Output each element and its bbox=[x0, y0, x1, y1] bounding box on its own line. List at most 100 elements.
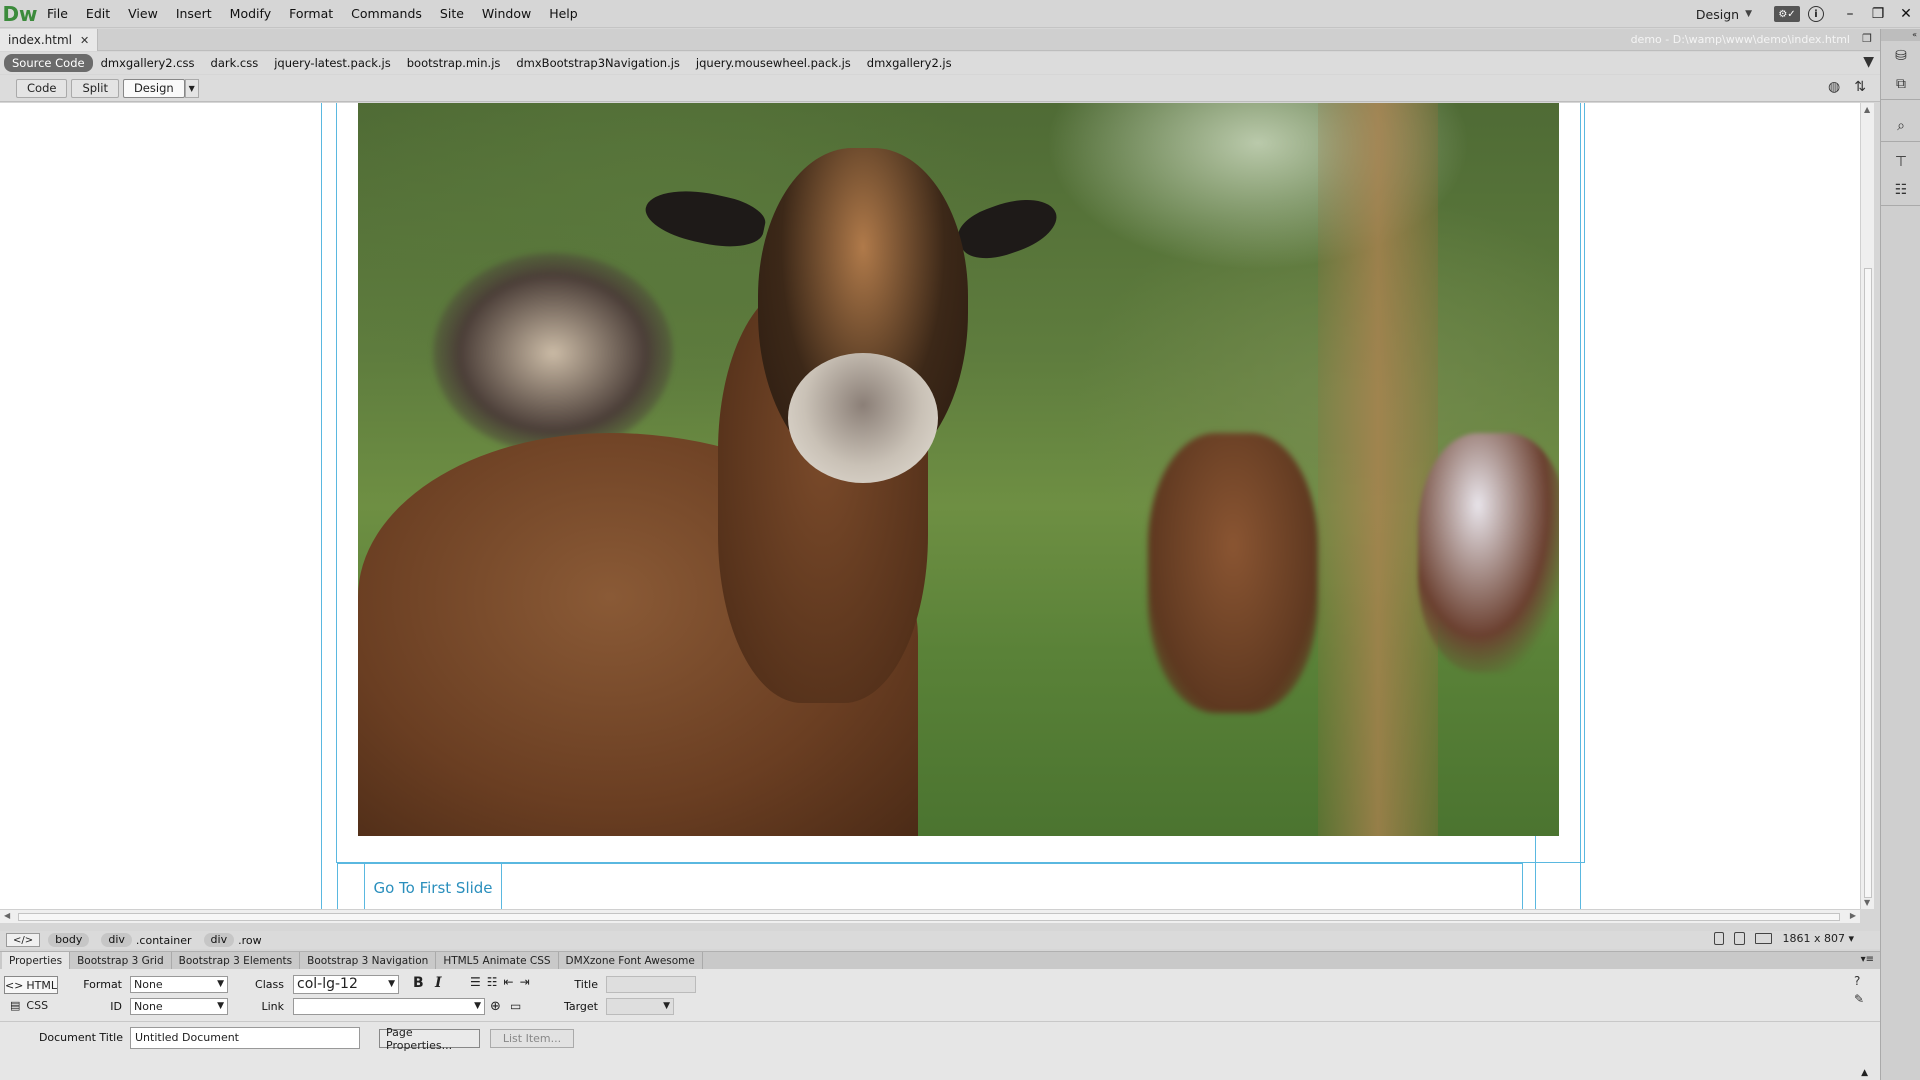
tab-bootstrap-grid[interactable]: Bootstrap 3 Grid bbox=[70, 952, 172, 969]
breadcrumb-body[interactable]: body bbox=[44, 933, 93, 947]
menu-modify[interactable]: Modify bbox=[221, 0, 280, 28]
breadcrumb-div-row[interactable]: div .row bbox=[200, 933, 266, 947]
vertical-scrollbar[interactable]: ▲ ▼ bbox=[1860, 103, 1874, 909]
outdent-icon[interactable]: ⇤ bbox=[504, 975, 514, 989]
menu-file[interactable]: File bbox=[38, 0, 77, 28]
list-item-button[interactable]: List Item... bbox=[490, 1029, 574, 1048]
format-select[interactable]: None ▼ bbox=[130, 976, 228, 993]
target-select[interactable]: ▼ bbox=[606, 998, 674, 1015]
workspace-switcher[interactable]: Design ▼ bbox=[1682, 7, 1766, 22]
menu-view[interactable]: View bbox=[119, 0, 167, 28]
target-label: Target bbox=[563, 1000, 598, 1013]
desktop-size-icon[interactable] bbox=[1755, 933, 1773, 944]
file-transfer-icon[interactable]: ⇅ bbox=[1854, 79, 1866, 95]
related-file[interactable]: jquery.mousewheel.pack.js bbox=[688, 54, 859, 72]
related-file[interactable]: dmxgallery2.js bbox=[859, 54, 960, 72]
tab-properties[interactable]: Properties bbox=[2, 952, 71, 969]
ordered-list-icon[interactable]: ☷ bbox=[487, 975, 498, 989]
tab-bootstrap-navigation[interactable]: Bootstrap 3 Navigation bbox=[300, 952, 437, 969]
bold-button[interactable]: B bbox=[413, 975, 424, 991]
id-select[interactable]: None ▼ bbox=[130, 998, 228, 1015]
class-select[interactable]: col-lg-12 ▼ bbox=[293, 975, 399, 994]
design-view-button[interactable]: Design bbox=[122, 78, 185, 98]
live-view-icon[interactable]: ◍ bbox=[1828, 79, 1840, 95]
window-size-readout[interactable]: 1861 x 807 ▾ bbox=[1782, 932, 1854, 945]
menu-help[interactable]: Help bbox=[540, 0, 587, 28]
code-view-button[interactable]: Code bbox=[16, 78, 68, 98]
mobile-size-icon[interactable] bbox=[1714, 932, 1725, 945]
point-to-file-icon[interactable]: ⊕ bbox=[490, 999, 501, 1014]
browse-folder-icon[interactable]: ▭ bbox=[510, 999, 521, 1013]
related-file[interactable]: jquery-latest.pack.js bbox=[266, 54, 399, 72]
collapse-panel-icon[interactable]: ▲ bbox=[1861, 1068, 1868, 1078]
quick-tag-editor-icon[interactable]: ✎ bbox=[1854, 992, 1864, 1006]
filter-icon[interactable]: ▼ bbox=[1863, 54, 1874, 70]
site-map-icon[interactable]: ⊤ bbox=[1890, 153, 1912, 171]
breadcrumb-tag: body bbox=[48, 933, 90, 947]
document-title-input[interactable]: Untitled Document bbox=[130, 1027, 360, 1049]
title-input[interactable] bbox=[606, 976, 696, 993]
chevron-down-icon: ▼ bbox=[217, 1001, 224, 1011]
close-button[interactable]: ✕ bbox=[1892, 0, 1920, 28]
menu-window[interactable]: Window bbox=[473, 0, 540, 28]
info-icon[interactable]: i bbox=[1808, 6, 1824, 22]
related-file-source-code[interactable]: Source Code bbox=[4, 54, 93, 72]
page-properties-button[interactable]: Page Properties... bbox=[379, 1026, 480, 1052]
related-file[interactable]: dark.css bbox=[203, 54, 267, 72]
indent-icon[interactable]: ⇥ bbox=[520, 975, 530, 989]
menu-format[interactable]: Format bbox=[280, 0, 342, 28]
related-file[interactable]: bootstrap.min.js bbox=[399, 54, 509, 72]
panel-menu-icon[interactable]: ▾≡ bbox=[1861, 954, 1874, 965]
id-value: None bbox=[134, 1000, 163, 1013]
css-mode-button[interactable]: ▤ CSS bbox=[10, 999, 48, 1012]
photo-goat-right bbox=[1418, 433, 1559, 673]
design-view[interactable]: Go To First Slide bbox=[0, 103, 1860, 909]
menu-edit[interactable]: Edit bbox=[77, 0, 119, 28]
link-input[interactable]: ▼ bbox=[293, 998, 485, 1015]
minimize-button[interactable]: – bbox=[1836, 0, 1864, 28]
snippets-icon[interactable]: ☷ bbox=[1890, 181, 1912, 199]
photo-goat-grazing bbox=[1148, 433, 1318, 713]
horizontal-scrollbar[interactable]: ◀ ▶ bbox=[0, 909, 1860, 923]
restore-button[interactable]: ❐ bbox=[1864, 0, 1892, 28]
dock-group-dom: ⊤ ☷ bbox=[1881, 147, 1920, 206]
italic-button[interactable]: I bbox=[435, 975, 442, 991]
dock-collapse-icon[interactable]: « bbox=[1881, 29, 1920, 41]
scroll-right-icon[interactable]: ▶ bbox=[1850, 911, 1856, 920]
menu-commands[interactable]: Commands bbox=[342, 0, 431, 28]
horizontal-scroll-thumb[interactable] bbox=[18, 913, 1840, 921]
menu-site[interactable]: Site bbox=[431, 0, 473, 28]
list-format-buttons: ☰ ☷ ⇤ ⇥ bbox=[470, 975, 530, 989]
gallery-photo[interactable] bbox=[358, 103, 1559, 836]
html-mode-button[interactable]: <> HTML bbox=[4, 976, 58, 994]
related-file[interactable]: dmxgallery2.css bbox=[93, 54, 203, 72]
breadcrumb-div-container[interactable]: div .container bbox=[97, 933, 195, 947]
database-icon[interactable]: ⛁ bbox=[1890, 47, 1912, 65]
close-icon[interactable]: ✕ bbox=[80, 34, 89, 47]
photo-goat-background bbox=[433, 253, 673, 453]
scroll-left-icon[interactable]: ◀ bbox=[4, 911, 10, 920]
menu-insert[interactable]: Insert bbox=[167, 0, 221, 28]
code-tag-icon[interactable]: </> bbox=[6, 933, 41, 947]
go-to-first-slide-button[interactable]: Go To First Slide bbox=[364, 864, 502, 909]
split-view-button[interactable]: Split bbox=[71, 78, 119, 98]
tab-html5-animate-css[interactable]: HTML5 Animate CSS bbox=[436, 952, 559, 969]
assets-icon[interactable]: ⧉ bbox=[1890, 75, 1912, 93]
unordered-list-icon[interactable]: ☰ bbox=[470, 975, 481, 989]
chevron-down-icon[interactable]: ▼ bbox=[184, 78, 199, 98]
chevron-down-icon: ▼ bbox=[474, 1001, 481, 1011]
help-icon[interactable]: ? bbox=[1854, 974, 1864, 988]
restore-icon[interactable]: ❐ bbox=[1862, 32, 1872, 45]
panel-tab-bar: Properties Bootstrap 3 Grid Bootstrap 3 … bbox=[0, 951, 1880, 969]
related-file[interactable]: dmxBootstrap3Navigation.js bbox=[508, 54, 688, 72]
tab-bootstrap-elements[interactable]: Bootstrap 3 Elements bbox=[172, 952, 301, 969]
scroll-up-icon[interactable]: ▲ bbox=[1864, 105, 1870, 114]
tablet-size-icon[interactable] bbox=[1734, 932, 1746, 945]
vertical-scroll-thumb[interactable] bbox=[1864, 268, 1872, 898]
inspect-icon[interactable]: ⌕ bbox=[1890, 117, 1912, 135]
document-tab[interactable]: index.html ✕ bbox=[0, 29, 99, 51]
sync-settings-icon[interactable]: ⚙✓ bbox=[1774, 6, 1800, 22]
scroll-down-icon[interactable]: ▼ bbox=[1864, 898, 1870, 907]
related-files-bar: Source Code dmxgallery2.css dark.css jqu… bbox=[0, 52, 1880, 74]
tab-dmxzone-font-awesome[interactable]: DMXzone Font Awesome bbox=[559, 952, 703, 969]
